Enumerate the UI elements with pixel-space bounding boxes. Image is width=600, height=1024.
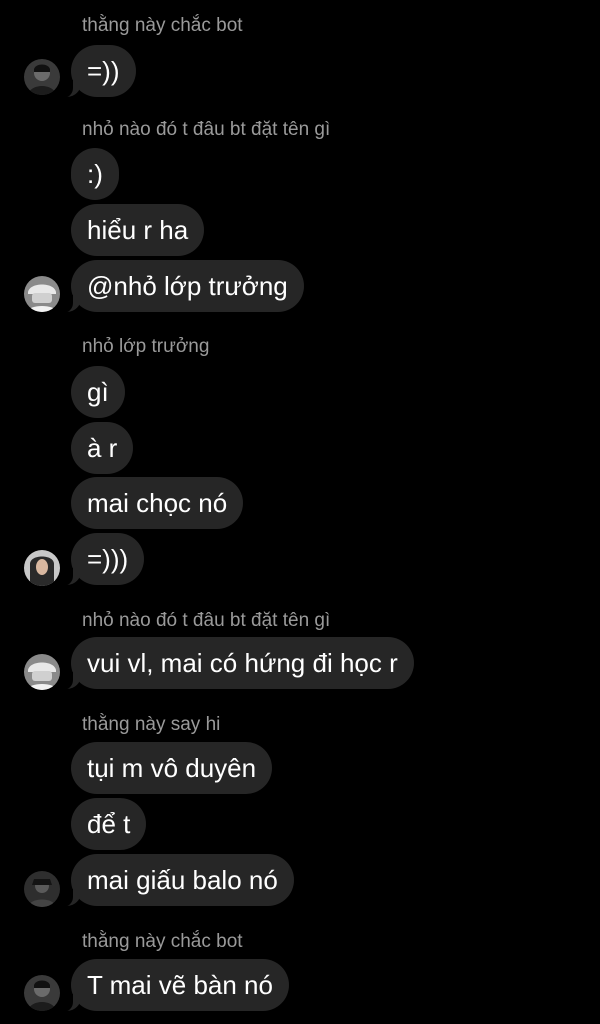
avatar-photo-icon: [24, 276, 60, 312]
message-bubble[interactable]: :): [71, 148, 119, 200]
avatar-photo-icon: [24, 59, 60, 95]
sender-name: thằng này chắc bot: [82, 931, 243, 952]
message-bubble[interactable]: tụi m vô duyên: [71, 742, 273, 794]
message-bubble[interactable]: =)): [59, 45, 136, 98]
sender-name: thằng này say hi: [82, 714, 221, 735]
sender-name: nhỏ nào đó t đâu bt đặt tên gì: [82, 610, 331, 631]
sender-name: nhỏ lớp trưởng: [82, 336, 210, 357]
message-bubble[interactable]: @nhỏ lớp trưởng: [59, 260, 304, 313]
message-bubble[interactable]: =))): [58, 533, 145, 586]
message-bubble[interactable]: để t: [71, 798, 147, 850]
avatar-photo-icon: [24, 550, 60, 586]
message-bubble[interactable]: mai giấu balo nó: [59, 854, 294, 907]
avatar[interactable]: [24, 871, 60, 907]
avatar[interactable]: [24, 276, 60, 312]
message-bubble[interactable]: mai chọc nó: [71, 477, 244, 529]
sender-name: thằng này chắc bot: [82, 15, 243, 36]
avatar[interactable]: [24, 59, 60, 95]
message-bubble[interactable]: gì: [71, 366, 125, 418]
sender-name: nhỏ nào đó t đâu bt đặt tên gì: [82, 119, 331, 140]
chat-thread: thằng này chắc bot =)) nhỏ nào đó t đâu …: [0, 0, 600, 1024]
avatar-photo-icon: [24, 871, 60, 907]
avatar[interactable]: [24, 654, 60, 690]
avatar-photo-icon: [24, 975, 60, 1011]
message-bubble[interactable]: à r: [71, 422, 134, 474]
message-bubble[interactable]: vui vl, mai có hứng đi học r: [59, 637, 414, 690]
avatar[interactable]: [24, 975, 60, 1011]
avatar[interactable]: [24, 550, 60, 586]
message-bubble[interactable]: hiểu r ha: [71, 204, 205, 256]
message-bubble[interactable]: T mai vẽ bàn nó: [59, 959, 289, 1012]
avatar-photo-icon: [24, 654, 60, 690]
